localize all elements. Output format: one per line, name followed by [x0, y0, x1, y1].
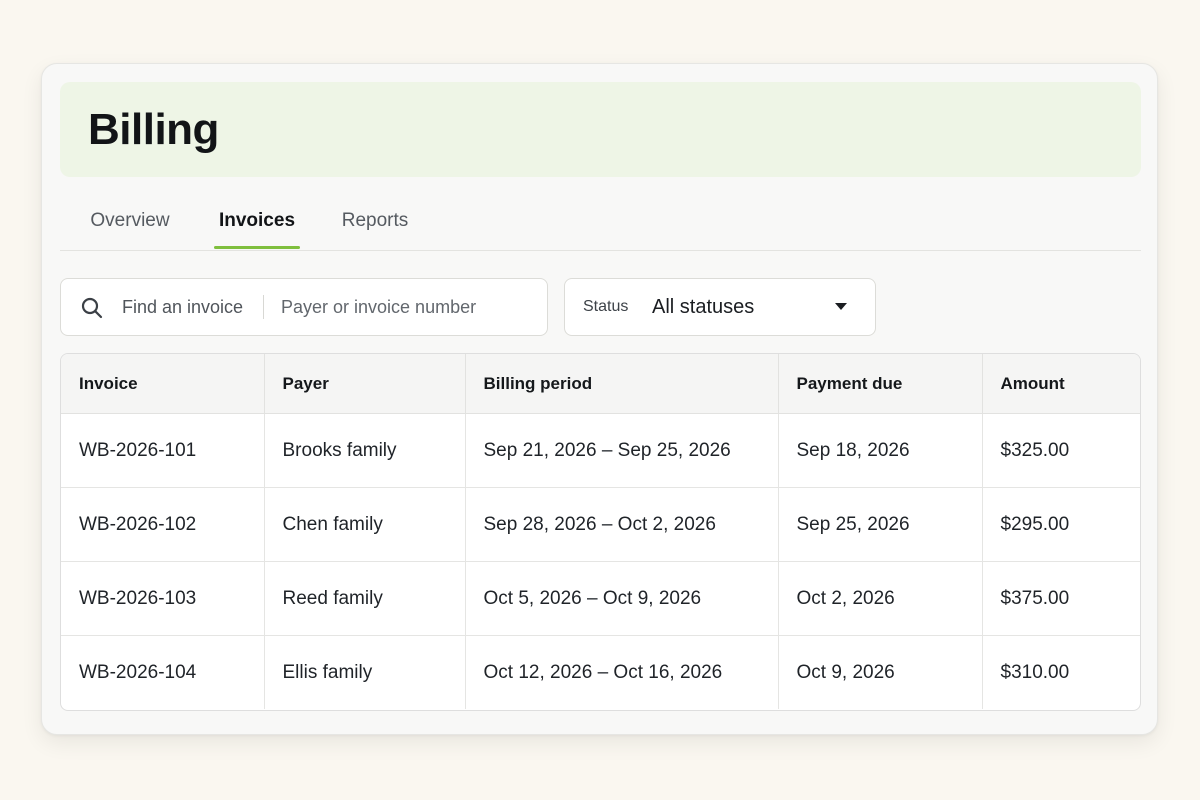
caret-down-icon	[835, 303, 847, 310]
status-filter-value: All statuses	[652, 296, 755, 318]
cell-amount: $295.00	[982, 487, 1140, 562]
cell-payer: Ellis family	[264, 635, 466, 709]
cell-amount: $325.00	[982, 413, 1140, 488]
cell-payment-due: Sep 25, 2026	[778, 487, 983, 562]
cell-invoice: WB-2026-101	[61, 413, 265, 488]
search-icon	[81, 297, 103, 319]
cell-amount: $310.00	[1000, 661, 1070, 683]
page-header: Billing	[60, 82, 1141, 177]
tab-reports[interactable]: Reports	[338, 192, 412, 250]
table-row[interactable]: WB-2026-101 Brooks family Sep 21, 2026 –…	[61, 413, 1140, 488]
table-row[interactable]: WB-2026-103 Reed family Oct 5, 2026 – Oc…	[61, 561, 1140, 636]
page-title: Billing	[88, 105, 219, 154]
cell-billing-period: Oct 5, 2026 – Oct 9, 2026	[465, 561, 779, 636]
cell-payer: Brooks family	[264, 413, 466, 488]
cell-invoice: WB-2026-102	[61, 487, 265, 562]
invoices-table: Invoice Payer Billing period Payment due…	[60, 353, 1141, 711]
status-filter-dropdown[interactable]: Status All statuses	[564, 278, 876, 336]
cell-payer: Chen family	[264, 487, 466, 562]
column-header-payer[interactable]: Payer	[264, 354, 466, 414]
cell-billing-period: Oct 12, 2026 – Oct 16, 2026	[465, 635, 779, 709]
invoices-grid: Invoice Payer Billing period Payment due…	[61, 354, 1140, 709]
column-header-payment-due[interactable]: Payment due	[778, 354, 983, 414]
cell-payment-due: Oct 2, 2026	[778, 561, 983, 636]
cell-payment-due: Sep 18, 2026	[778, 413, 983, 488]
column-header-amount[interactable]: Amount	[982, 354, 1140, 414]
cell-amount: $375.00	[982, 561, 1140, 636]
cell-invoice: WB-2026-104	[61, 635, 265, 709]
search-divider	[263, 295, 264, 319]
tab-invoices[interactable]: Invoices	[214, 192, 300, 250]
cell-payment-due: Oct 9, 2026	[778, 635, 983, 709]
tab-overview[interactable]: Overview	[84, 192, 176, 250]
cell-billing-period: Sep 28, 2026 – Oct 2, 2026	[465, 487, 779, 562]
search-label: Find an invoice	[122, 297, 244, 317]
active-tab-indicator	[214, 246, 300, 249]
tab-bar: Overview Invoices Reports	[60, 192, 1141, 251]
status-filter-label: Status	[583, 298, 629, 315]
column-header-billing-period[interactable]: Billing period	[465, 354, 779, 414]
table-row[interactable]: WB-2026-104 Ellis family Oct 12, 2026 – …	[61, 635, 1140, 709]
billing-card: Billing Overview Invoices Reports Find a…	[41, 63, 1158, 735]
table-row[interactable]: WB-2026-102 Chen family Sep 28, 2026 – O…	[61, 487, 1140, 562]
column-header-invoice[interactable]: Invoice	[61, 354, 265, 414]
invoice-search[interactable]: Find an invoice	[60, 278, 548, 336]
cell-payer: Reed family	[264, 561, 466, 636]
table-header-row: Invoice Payer Billing period Payment due…	[61, 354, 1140, 414]
cell-billing-period: Sep 21, 2026 – Sep 25, 2026	[465, 413, 779, 488]
cell-invoice: WB-2026-103	[61, 561, 265, 636]
search-input[interactable]	[281, 287, 531, 327]
